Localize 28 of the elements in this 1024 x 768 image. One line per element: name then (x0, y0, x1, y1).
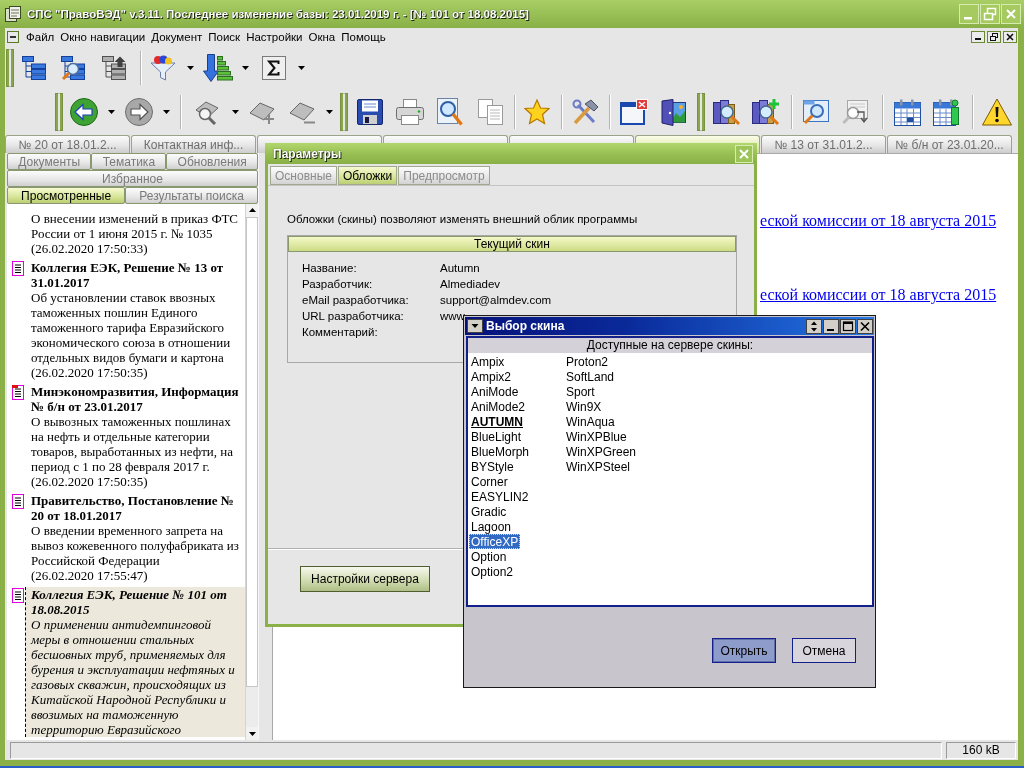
document-summary: О вывозных таможенных пошлинах на нефть и отдельные категории товаров, выработанных из нефти, на период с 1 по 28 февраля 2017 г. (31, 414, 234, 474)
dialog-title: Параметры (273, 146, 342, 161)
field-label: Разработчик: (302, 277, 373, 292)
document-summary: О применении антидемпинговой меры в отношении стальных бесшовных труб, применяемых для бурения и эксплуатации нефтяных и газовых скважин, происходящих из Китайской Народной Республики и ввозимых на таможенную территорию Евразийского (31, 617, 236, 737)
group-header: Текущий скин (288, 236, 736, 252)
document-summary: О введении временного запрета на вывоз кожевенного полуфабриката из Российской Федерации (31, 523, 240, 568)
field-label: Название: (302, 261, 357, 276)
field-value: support@almdev.com (440, 293, 552, 308)
field-label: eMail разработчика: (302, 293, 409, 308)
document-title: Коллегия ЕЭК, Решение № 101 от 18.08.2015 (31, 587, 228, 617)
field-value: Autumn (440, 261, 480, 276)
document-title: Правительство, Постановление № 20 от 18.01.2017 (31, 493, 235, 523)
view-date: (26.02.2020 17:55:47) (31, 568, 149, 583)
document-title: Минэкономразвития, Информация № б/н от 23.01.2017 (31, 384, 240, 414)
intro-text: Обложки (скины) позволяют изменять внешний облик программы (287, 212, 638, 226)
field-label: URL разработчика: (302, 309, 404, 324)
view-date: (26.02.2020 17:50:33) (31, 241, 149, 256)
document-summary: Об установлении ставок ввозных таможенных пошлин Единого таможенного тарифа Евразийского экономического союза в отношении отдельных видов бумаги и картона (31, 290, 232, 365)
document-summary: О внесении изменений в приказ ФТС России от 1 июня 2015 г. № 1035 (31, 211, 240, 241)
view-date: (26.02.2020 17:50:35) (31, 365, 149, 380)
view-date: (26.02.2020 17:50:35) (31, 474, 149, 489)
field-value: Almediadev (440, 277, 501, 292)
document-title: Коллегия ЕЭК, Решение № 13 от 31.01.2017 (31, 260, 225, 290)
window-title: СПС "ПравоВЭД" v.3.11. Последнее изменение базы: 23.01.2019 г. - [№ 101 от 18.08.2015] (27, 8, 530, 20)
file-size: 160 kB (946, 742, 1016, 759)
dialog-title: Выбор скина (486, 319, 566, 333)
field-label: Комментарий: (302, 325, 378, 340)
list-header: Доступные на сервере скины: (468, 338, 872, 353)
